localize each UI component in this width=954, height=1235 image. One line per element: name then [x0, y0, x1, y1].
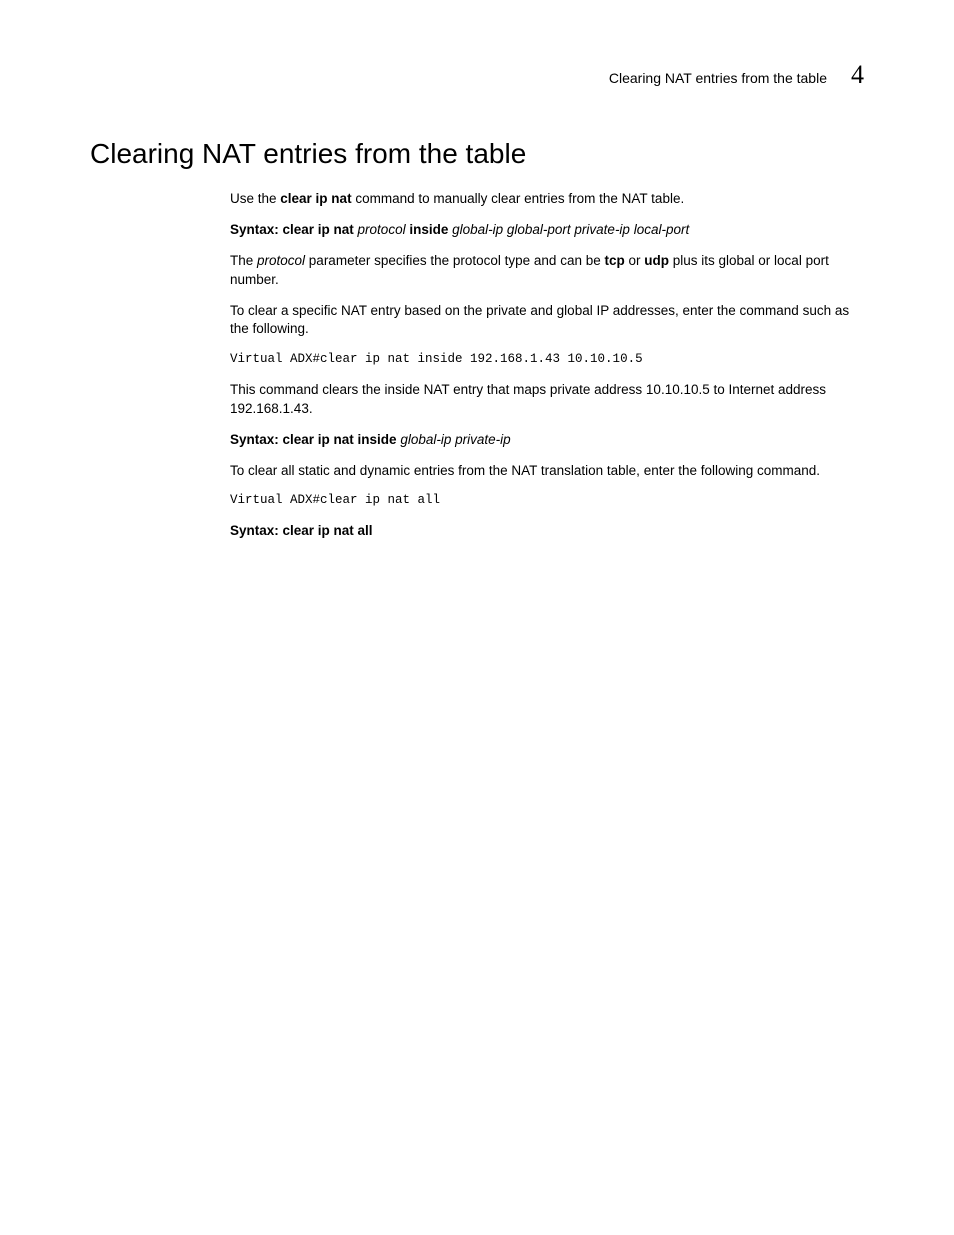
paragraph-protocol: The protocol parameter specifies the pro… [230, 252, 864, 290]
keyword: udp [644, 253, 669, 268]
paragraph-clear-specific: To clear a specific NAT entry based on t… [230, 302, 864, 340]
paragraph-explanation: This command clears the inside NAT entry… [230, 381, 864, 419]
keyword: tcp [604, 253, 624, 268]
syntax-label: Syntax: clear ip nat [230, 222, 358, 237]
paragraph-intro: Use the clear ip nat command to manually… [230, 190, 864, 209]
param-name: protocol [257, 253, 305, 268]
page-header: Clearing NAT entries from the table 4 [90, 60, 864, 90]
syntax-line-1: Syntax: clear ip nat protocol inside glo… [230, 221, 864, 240]
content-block: Use the clear ip nat command to manually… [230, 190, 864, 541]
text: or [625, 253, 645, 268]
text: Use the [230, 191, 280, 206]
text: parameter specifies the protocol type an… [305, 253, 604, 268]
command-name: clear ip nat [280, 191, 351, 206]
code-example-1: Virtual ADX#clear ip nat inside 192.168.… [230, 351, 864, 369]
syntax-line-3: Syntax: clear ip nat all [230, 522, 864, 541]
chapter-number: 4 [851, 60, 864, 90]
syntax-param: global-ip private-ip [400, 432, 510, 447]
syntax-param: protocol [358, 222, 406, 237]
syntax-label: Syntax: clear ip nat inside [230, 432, 400, 447]
syntax-line-2: Syntax: clear ip nat inside global-ip pr… [230, 431, 864, 450]
syntax-param: global-ip global-port private-ip local-p… [452, 222, 689, 237]
page-container: Clearing NAT entries from the table 4 Cl… [0, 0, 954, 541]
syntax-keyword: inside [406, 222, 453, 237]
header-title: Clearing NAT entries from the table [609, 70, 827, 86]
text: command to manually clear entries from t… [352, 191, 685, 206]
text: The [230, 253, 257, 268]
paragraph-clear-all: To clear all static and dynamic entries … [230, 462, 864, 481]
code-example-2: Virtual ADX#clear ip nat all [230, 492, 864, 510]
section-heading: Clearing NAT entries from the table [90, 138, 864, 170]
